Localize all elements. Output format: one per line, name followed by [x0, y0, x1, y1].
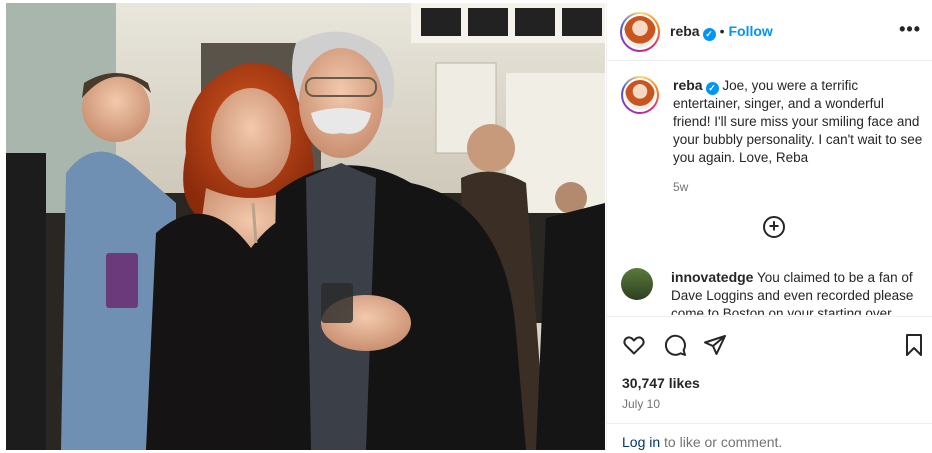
post-date: July 10	[622, 397, 661, 411]
more-options-icon[interactable]: •••	[899, 19, 921, 40]
comment-text-block: innovatedge You claimed to be a fan of D…	[671, 268, 921, 315]
caption-text-block: reba ✓ Joe, you were a terrific entertain…	[673, 76, 923, 167]
caption-comment: reba ✓ Joe, you were a terrific entertain…	[621, 76, 923, 206]
header-user-line: reba ✓ • Follow	[670, 23, 773, 41]
post-photo-image	[6, 3, 605, 450]
author-avatar[interactable]	[620, 12, 660, 52]
post-actions: 30,747 likes July 10 Log in to like or c…	[607, 316, 932, 450]
post-side-panel: reba ✓ • Follow ••• reba ✓ Joe, you were a t…	[606, 3, 932, 450]
comment-item: innovatedge You claimed to be a fan of D…	[621, 268, 921, 315]
login-prompt: Log in to like or comment.	[607, 423, 932, 451]
header-username[interactable]: reba	[670, 23, 700, 39]
comment-username[interactable]: innovatedge	[671, 269, 753, 285]
verified-badge-icon: ✓	[705, 82, 719, 95]
login-link[interactable]: Log in	[622, 434, 660, 450]
caption-avatar[interactable]	[621, 76, 659, 114]
plus-circle-icon[interactable]: +	[763, 216, 785, 238]
verified-badge-icon: ✓	[702, 28, 716, 41]
instagram-post-window: reba ✓ • Follow ••• reba ✓ Joe, you were a t…	[0, 0, 932, 453]
comment-avatar[interactable]	[621, 268, 653, 300]
caption-time: 5w	[673, 180, 689, 194]
caption-username[interactable]: reba	[673, 77, 703, 93]
heart-icon[interactable]	[622, 333, 646, 357]
follow-button[interactable]: Follow	[728, 23, 772, 39]
share-icon[interactable]	[703, 333, 727, 357]
login-suffix: to like or comment.	[660, 434, 783, 450]
bookmark-icon[interactable]	[903, 333, 925, 357]
comments-list[interactable]: reba ✓ Joe, you were a terrific entertain…	[607, 62, 932, 315]
post-header: reba ✓ • Follow •••	[607, 3, 932, 61]
likes-count[interactable]: 30,747 likes	[622, 375, 700, 391]
post-photo[interactable]	[6, 3, 605, 450]
comment-icon[interactable]	[663, 333, 687, 357]
header-separator: •	[719, 23, 725, 39]
